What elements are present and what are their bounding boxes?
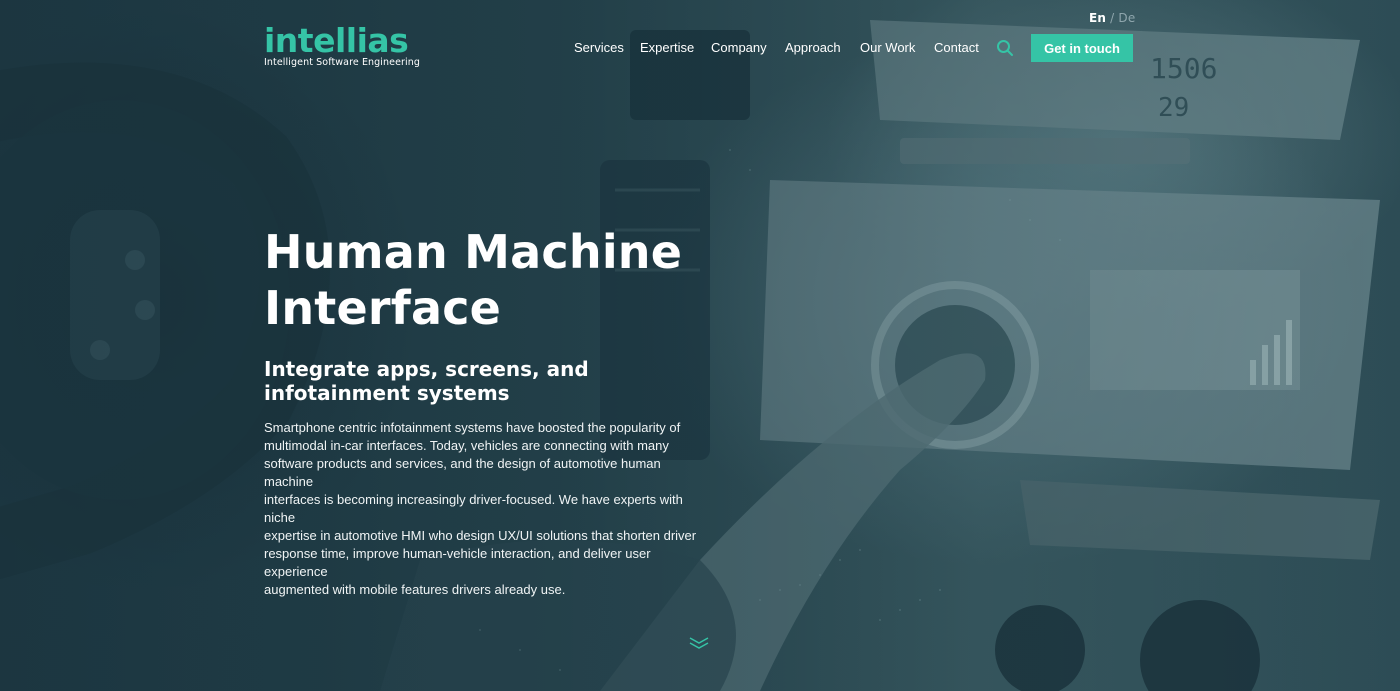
language-separator: /: [1110, 11, 1115, 25]
language-de[interactable]: De: [1118, 11, 1135, 25]
language-switcher: En / De: [1089, 11, 1135, 25]
description-line: software products and services, and the …: [264, 456, 661, 489]
intellias-logo[interactable]: intellias Intelligent Software Engineeri…: [264, 21, 421, 68]
description-line: Smartphone centric infotainment systems …: [264, 420, 681, 435]
page-title-line-1: Human Machine: [264, 225, 683, 279]
page-title: Human Machine Interface: [264, 224, 724, 336]
description-line: multimodal in-car interfaces. Today, veh…: [264, 438, 669, 453]
nav-our-work[interactable]: Our Work: [860, 40, 915, 55]
nav-services[interactable]: Services: [574, 40, 624, 55]
logo-tagline: Intelligent Software Engineering: [264, 57, 421, 68]
search-icon[interactable]: [996, 39, 1014, 57]
language-en[interactable]: En: [1089, 11, 1106, 25]
nav-contact[interactable]: Contact: [934, 40, 979, 55]
hero-description: Smartphone centric infotainment systems …: [264, 419, 712, 599]
page-subtitle-line-2: infotainment systems: [264, 381, 510, 405]
page-subtitle: Integrate apps, screens, and infotainmen…: [264, 357, 604, 405]
logo-wordmark: intellias: [264, 21, 409, 60]
page-subtitle-line-1: Integrate apps, screens, and: [264, 357, 589, 381]
chevron-double-down-icon[interactable]: [688, 636, 710, 650]
page-title-line-2: Interface: [264, 281, 502, 335]
nav-company[interactable]: Company: [711, 40, 767, 55]
nav-approach[interactable]: Approach: [785, 40, 841, 55]
get-in-touch-button[interactable]: Get in touch: [1031, 34, 1133, 62]
description-line: interfaces is becoming increasingly driv…: [264, 492, 683, 525]
description-line: response time, improve human-vehicle int…: [264, 546, 651, 579]
nav-expertise[interactable]: Expertise: [640, 40, 694, 55]
description-line: expertise in automotive HMI who design U…: [264, 528, 697, 543]
description-line: augmented with mobile features drivers a…: [264, 582, 566, 597]
